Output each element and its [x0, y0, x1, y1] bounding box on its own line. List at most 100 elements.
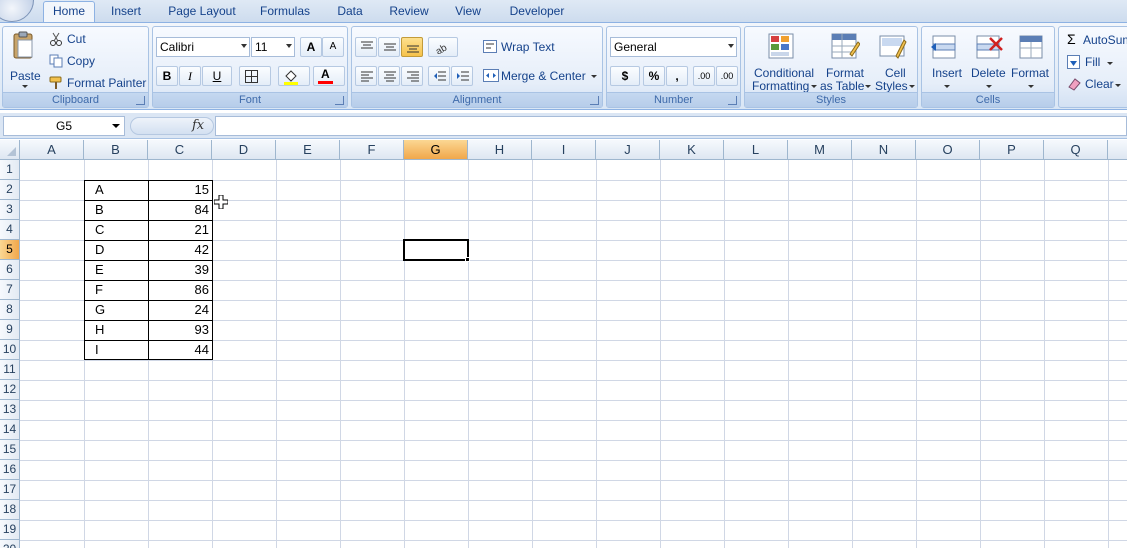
- increase-decimal-button[interactable]: .00: [693, 66, 715, 86]
- row-header-7[interactable]: 7: [0, 280, 20, 300]
- orientation-button[interactable]: ab: [428, 37, 458, 57]
- row-header-9[interactable]: 9: [0, 320, 20, 340]
- cell-c8[interactable]: 24: [149, 300, 212, 320]
- column-header-l[interactable]: L: [724, 140, 788, 160]
- align-center-button[interactable]: [378, 66, 400, 86]
- align-left-button[interactable]: [355, 66, 377, 86]
- comma-button[interactable]: ,: [666, 66, 688, 86]
- row-header-20[interactable]: 20: [0, 540, 20, 548]
- column-header-h[interactable]: H: [468, 140, 532, 160]
- cell-c5[interactable]: 42: [149, 240, 212, 260]
- cell-b10[interactable]: I: [85, 340, 148, 360]
- row-header-12[interactable]: 12: [0, 380, 20, 400]
- format-painter-button[interactable]: Format Painter: [47, 74, 147, 92]
- cell-b5[interactable]: D: [85, 240, 148, 260]
- column-header-d[interactable]: D: [212, 140, 276, 160]
- column-header-p[interactable]: P: [980, 140, 1044, 160]
- align-middle-button[interactable]: [378, 37, 400, 57]
- font-launcher-icon[interactable]: [335, 96, 344, 105]
- cell-c10[interactable]: 44: [149, 340, 212, 360]
- decrease-decimal-button[interactable]: .00: [716, 66, 738, 86]
- row-header-10[interactable]: 10: [0, 340, 20, 360]
- format-cells-button[interactable]: Format: [1010, 29, 1054, 93]
- shrink-font-button[interactable]: A: [322, 37, 344, 57]
- column-header-c[interactable]: C: [148, 140, 212, 160]
- cell-b2[interactable]: A: [85, 180, 148, 200]
- column-header-g[interactable]: G: [404, 140, 468, 160]
- column-header-e[interactable]: E: [276, 140, 340, 160]
- alignment-launcher-icon[interactable]: [590, 96, 599, 105]
- conditional-formatting-button[interactable]: Conditional Formatting: [747, 29, 817, 93]
- office-button[interactable]: [0, 0, 34, 22]
- column-header-n[interactable]: N: [852, 140, 916, 160]
- autosum-button[interactable]: Σ AutoSum: [1065, 31, 1127, 49]
- tab-page-layout[interactable]: Page Layout: [164, 2, 240, 22]
- row-header-5[interactable]: 5: [0, 240, 20, 260]
- merge-center-button[interactable]: Merge & Center: [481, 66, 599, 86]
- bold-button[interactable]: B: [156, 66, 178, 86]
- cell-styles-button[interactable]: Cell Styles: [871, 29, 915, 93]
- row-header-19[interactable]: 19: [0, 520, 20, 540]
- delete-cells-button[interactable]: Delete: [968, 29, 1010, 93]
- font-name-combo[interactable]: Calibri: [156, 37, 250, 57]
- decrease-indent-button[interactable]: [428, 66, 450, 86]
- row-header-1[interactable]: 1: [0, 160, 20, 180]
- align-bottom-button[interactable]: [401, 37, 423, 57]
- cell-c6[interactable]: 39: [149, 260, 212, 280]
- format-as-table-button[interactable]: Format as Table: [819, 29, 871, 93]
- column-header-a[interactable]: A: [20, 140, 84, 160]
- borders-button[interactable]: [239, 66, 271, 86]
- clear-button[interactable]: Clear: [1065, 75, 1127, 93]
- fill-handle[interactable]: [465, 257, 470, 262]
- fill-button[interactable]: Fill: [1065, 53, 1127, 71]
- tab-data[interactable]: Data: [330, 2, 370, 22]
- cell-b6[interactable]: E: [85, 260, 148, 280]
- number-launcher-icon[interactable]: [728, 96, 737, 105]
- tab-formulas[interactable]: Formulas: [254, 2, 316, 22]
- font-color-button[interactable]: A: [313, 66, 345, 86]
- row-header-16[interactable]: 16: [0, 460, 20, 480]
- align-right-button[interactable]: [401, 66, 423, 86]
- number-format-combo[interactable]: General: [610, 37, 737, 57]
- fill-color-button[interactable]: [278, 66, 310, 86]
- currency-button[interactable]: $: [610, 66, 640, 86]
- row-header-18[interactable]: 18: [0, 500, 20, 520]
- italic-button[interactable]: I: [179, 66, 201, 86]
- cell-c7[interactable]: 86: [149, 280, 212, 300]
- copy-button[interactable]: Copy: [47, 52, 107, 70]
- column-header-q[interactable]: Q: [1044, 140, 1108, 160]
- row-header-8[interactable]: 8: [0, 300, 20, 320]
- row-header-3[interactable]: 3: [0, 200, 20, 220]
- cell-c3[interactable]: 84: [149, 200, 212, 220]
- clipboard-launcher-icon[interactable]: [136, 96, 145, 105]
- column-header-o[interactable]: O: [916, 140, 980, 160]
- column-header-k[interactable]: K: [660, 140, 724, 160]
- cell-c2[interactable]: 15: [149, 180, 212, 200]
- formula-input[interactable]: [215, 116, 1127, 136]
- tab-view[interactable]: View: [449, 2, 487, 22]
- cell-b8[interactable]: G: [85, 300, 148, 320]
- row-header-4[interactable]: 4: [0, 220, 20, 240]
- select-all-button[interactable]: [0, 140, 20, 160]
- tab-home[interactable]: Home: [43, 1, 95, 23]
- tab-insert[interactable]: Insert: [104, 2, 148, 22]
- cell-c4[interactable]: 21: [149, 220, 212, 240]
- row-header-13[interactable]: 13: [0, 400, 20, 420]
- cell-b3[interactable]: B: [85, 200, 148, 220]
- cut-button[interactable]: Cut: [47, 30, 107, 48]
- column-header-f[interactable]: F: [340, 140, 404, 160]
- insert-function-icon[interactable]: fx: [192, 118, 204, 133]
- worksheet-grid[interactable]: A B C D E F G H I J K L M N O P Q 1 2 3 …: [0, 140, 1127, 548]
- paste-button[interactable]: Paste: [6, 29, 42, 91]
- column-header-i[interactable]: I: [532, 140, 596, 160]
- align-top-button[interactable]: [355, 37, 377, 57]
- cell-b7[interactable]: F: [85, 280, 148, 300]
- cell-b9[interactable]: H: [85, 320, 148, 340]
- increase-indent-button[interactable]: [451, 66, 473, 86]
- active-cell-g5[interactable]: [403, 239, 469, 261]
- cell-b4[interactable]: C: [85, 220, 148, 240]
- row-header-17[interactable]: 17: [0, 480, 20, 500]
- name-box[interactable]: G5: [3, 116, 125, 136]
- row-header-11[interactable]: 11: [0, 360, 20, 380]
- row-header-2[interactable]: 2: [0, 180, 20, 200]
